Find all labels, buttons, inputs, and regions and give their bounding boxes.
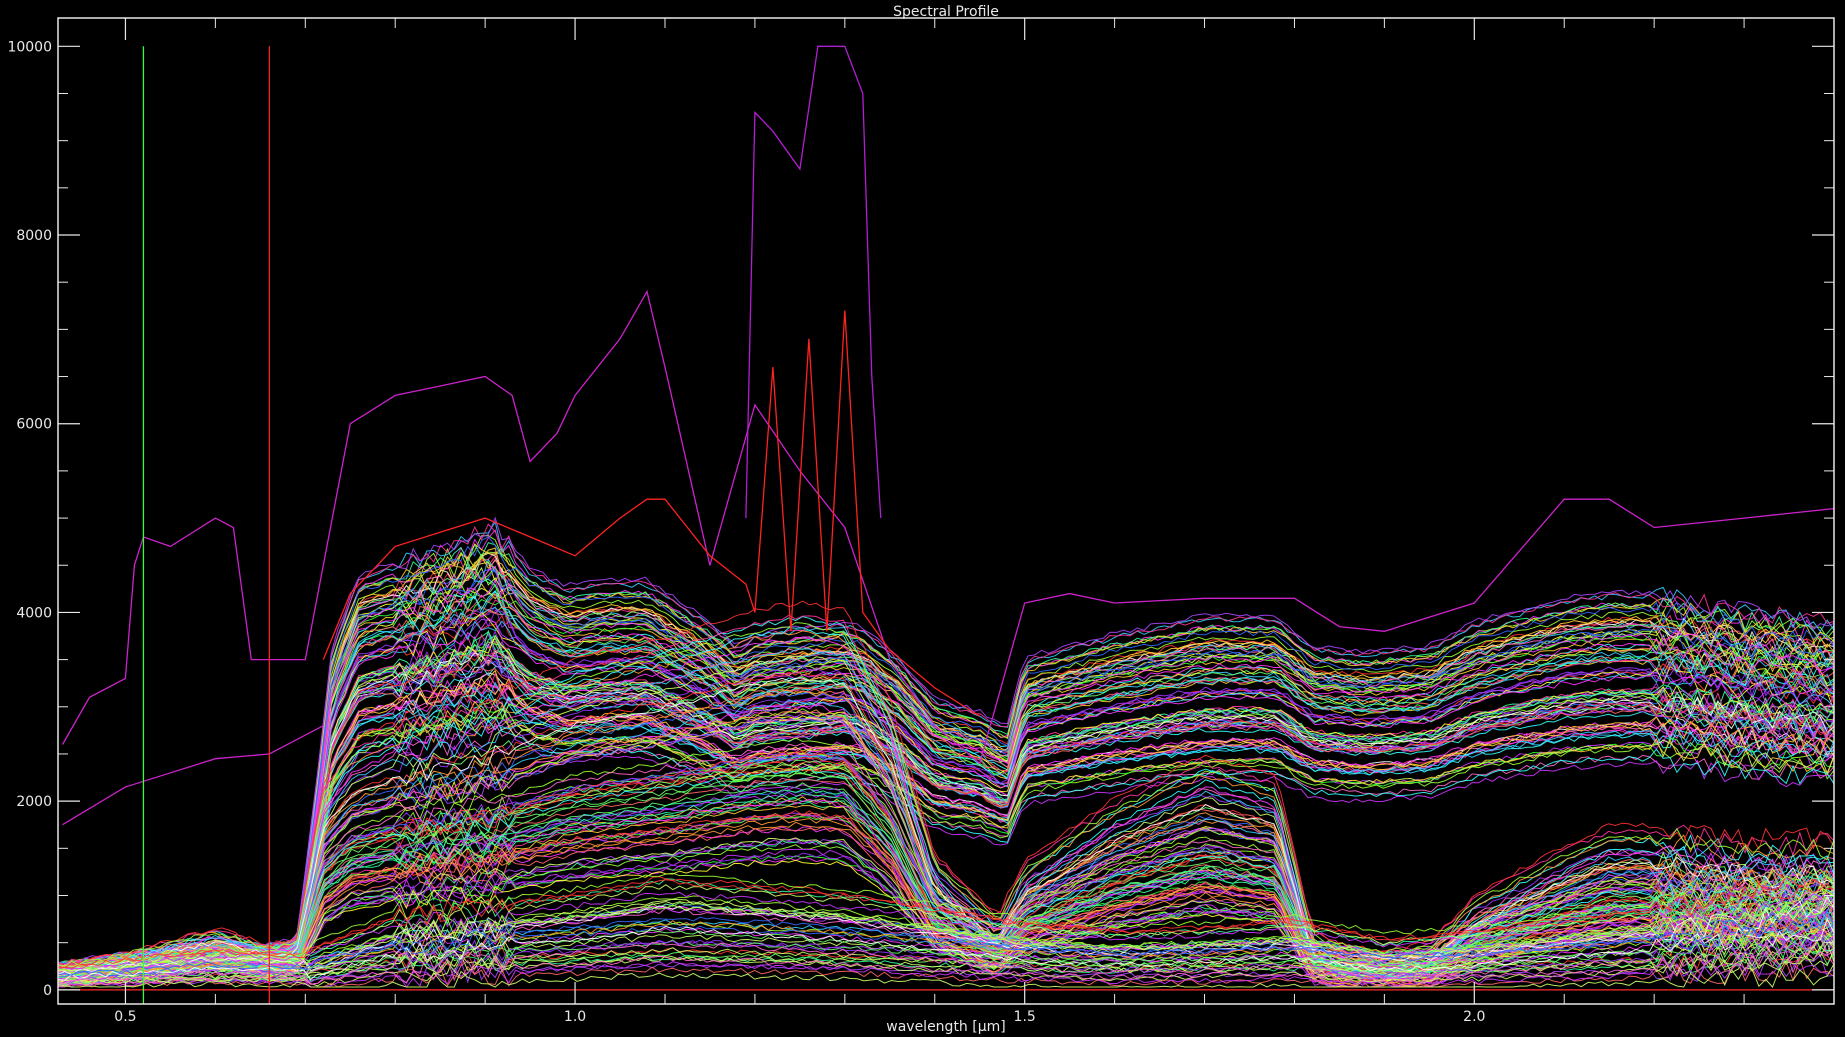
- x-tick-label: 0.5: [114, 1009, 136, 1025]
- y-tick-label: 2000: [16, 794, 52, 810]
- y-tick-label: 10000: [7, 39, 52, 55]
- y-tick-label: 8000: [16, 228, 52, 244]
- x-axis-label: wavelength [μm]: [886, 1019, 1005, 1035]
- x-tick-label: 1.0: [564, 1009, 586, 1025]
- y-tick-label: 4000: [16, 605, 52, 621]
- spectral-profile-chart: 0 2000 4000 6000 8000 10000 0.5 1.0 1.5 2.0 Spect…: [0, 0, 1845, 1037]
- x-tick-label: 2.0: [1463, 1009, 1485, 1025]
- y-tick-label: 6000: [16, 417, 52, 433]
- x-tick-label: 1.5: [1014, 1009, 1036, 1025]
- chart-title: Spectral Profile: [893, 4, 999, 20]
- y-tick-label: 0: [43, 983, 52, 999]
